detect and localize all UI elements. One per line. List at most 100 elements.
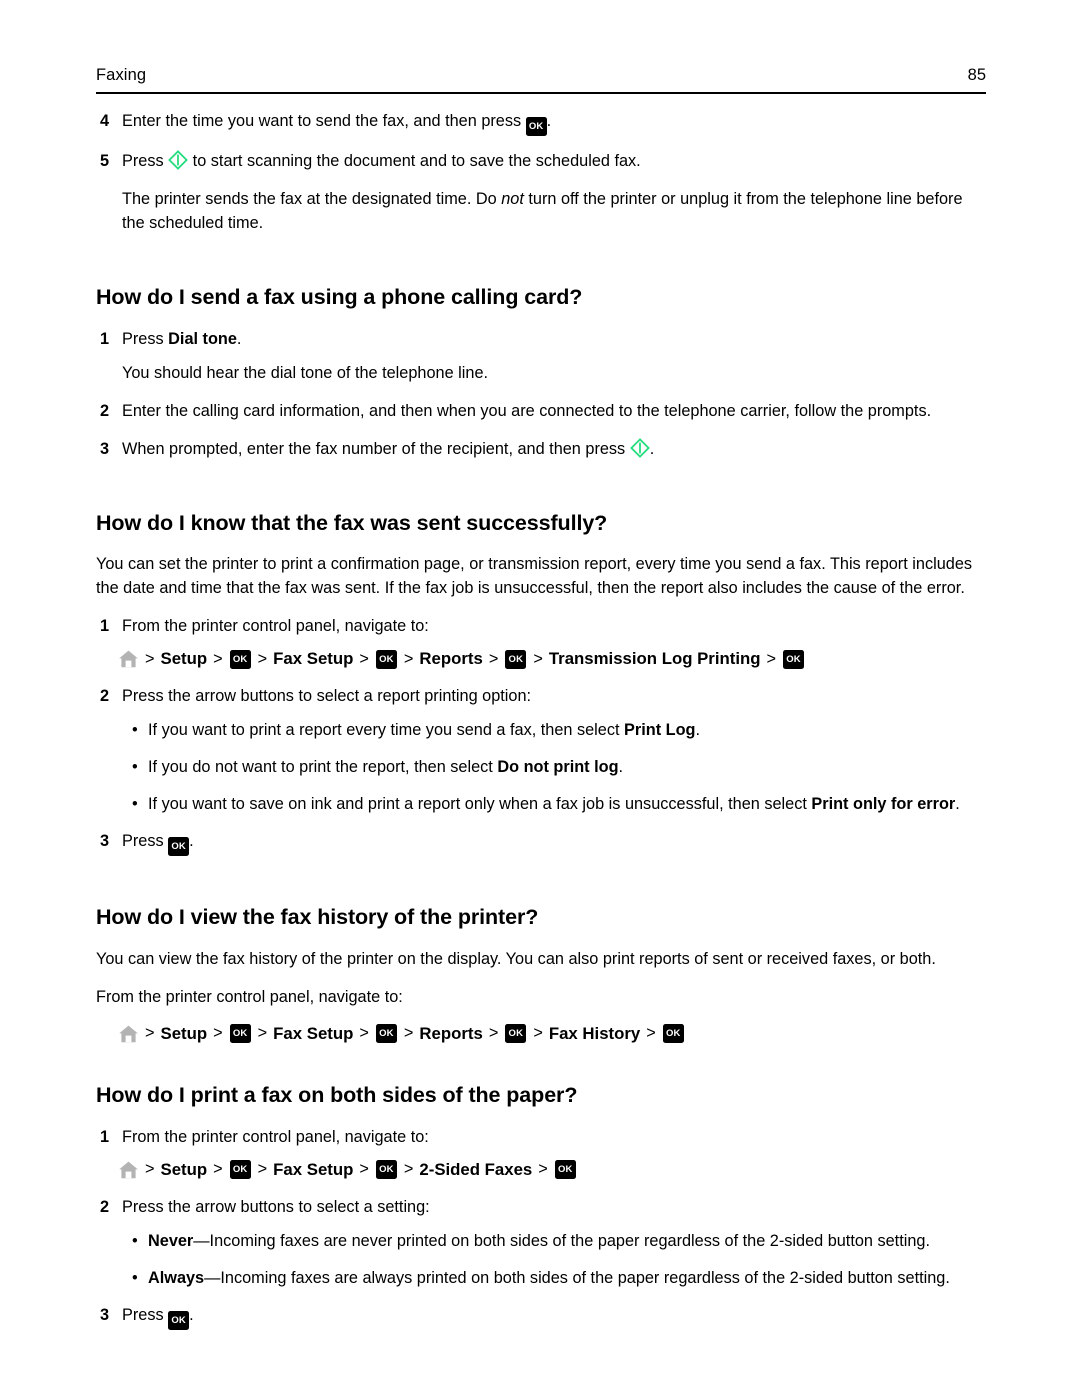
bullet-icon: • — [132, 758, 138, 777]
step-number: 3 — [100, 439, 110, 458]
ok-key-icon[interactable]: OK — [168, 837, 190, 857]
ok-key-icon[interactable]: OK — [229, 1160, 251, 1180]
breadcrumb-separator: > — [766, 649, 777, 668]
ok-key-icon[interactable]: OK — [375, 1024, 397, 1044]
header-chapter-title: Faxing — [96, 66, 147, 84]
section-heading-fax-history: How do I view the fax history of the pri… — [96, 905, 539, 930]
breadcrumb-item-fax-setup[interactable]: Fax Setup — [273, 1160, 353, 1180]
ok-key-icon[interactable]: OK — [229, 649, 251, 669]
step-text-pre: When prompted, enter the fax number of t… — [122, 439, 630, 458]
section-heading-fax-success: How do I know that the fax was sent succ… — [96, 510, 608, 535]
breadcrumb-item-fax-setup[interactable]: Fax Setup — [273, 1024, 353, 1044]
breadcrumb-separator: > — [403, 649, 414, 668]
step-number: 4 — [100, 112, 110, 130]
breadcrumb-separator: > — [359, 1160, 369, 1179]
ok-key-icon[interactable]: OK — [554, 1160, 576, 1180]
option-print-only-for-error: Print only for error — [811, 795, 956, 814]
ok-key-icon[interactable]: OK — [229, 1024, 251, 1044]
breadcrumb: > Setup > OK > Fax Setup > OK > Reports … — [0, 649, 1080, 669]
bullet-icon: • — [132, 1268, 138, 1287]
breadcrumb-separator: > — [533, 649, 543, 668]
header-divider-rule — [96, 92, 986, 94]
section-heading-calling-card: How do I send a fax using a phone callin… — [96, 284, 583, 309]
list-item: • If you do not want to print the report… — [0, 756, 1080, 780]
bullet-text-pre: If you want to save on ink and print a r… — [148, 795, 812, 814]
start-button-icon[interactable] — [168, 150, 189, 170]
breadcrumb-item-reports[interactable]: Reports — [419, 649, 482, 669]
home-icon[interactable] — [118, 1024, 139, 1044]
start-button-icon[interactable] — [629, 437, 650, 458]
two-sided-option-bullets: • Never—Incoming faxes are never printed… — [0, 1230, 1080, 1291]
bullet-icon: • — [132, 1231, 138, 1250]
bullet-text-post: . — [618, 758, 624, 777]
bullet-text-post: —Incoming faxes are never printed on bot… — [193, 1231, 930, 1250]
ok-key-icon[interactable]: OK — [375, 649, 397, 669]
running-header: Faxing 85 — [96, 66, 986, 85]
breadcrumb-item-2-sided-faxes[interactable]: 2-Sided Faxes — [419, 1160, 532, 1180]
ok-key-icon[interactable]: OK — [783, 649, 805, 669]
list-item: 2 Press the arrow buttons to select a se… — [0, 1196, 1080, 1220]
breadcrumb-separator: > — [145, 1160, 155, 1179]
bullet-text-pre: If you do not want to print the report, … — [148, 758, 498, 777]
step-text-post: . — [546, 112, 552, 130]
ok-key-icon[interactable]: OK — [505, 649, 527, 669]
breadcrumb-separator: > — [213, 649, 223, 668]
list-item: 4 Enter the time you want to send the fa… — [0, 110, 1080, 136]
list-item: 3 When prompted, enter the fax number of… — [0, 437, 1080, 462]
step-text-pre: Press — [122, 329, 169, 348]
breadcrumb-item-setup[interactable]: Setup — [161, 1024, 208, 1044]
breadcrumb-separator: > — [257, 1160, 268, 1179]
section-paragraph: You can view the fax history of the prin… — [96, 949, 936, 968]
breadcrumb-separator: > — [359, 649, 369, 668]
step-continuation-note: The printer sends the fax at the designa… — [0, 188, 1080, 236]
section-paragraph: You can set the printer to print a confi… — [96, 555, 973, 598]
breadcrumb-item-setup[interactable]: Setup — [161, 649, 208, 669]
list-item: 2 Enter the calling card information, an… — [0, 400, 1080, 424]
breadcrumb-item-transmission-log-printing[interactable]: Transmission Log Printing — [549, 649, 761, 669]
home-icon[interactable] — [118, 1160, 139, 1180]
step-text: From the printer control panel, navigate… — [122, 1127, 429, 1146]
breadcrumb-item-reports[interactable]: Reports — [419, 1024, 482, 1044]
list-item: 2 Press the arrow buttons to select a re… — [0, 685, 1080, 709]
home-icon[interactable] — [118, 649, 139, 669]
list-item: • Always—Incoming faxes are always print… — [0, 1267, 1080, 1291]
step-number: 1 — [100, 617, 110, 636]
option-do-not-print-log: Do not print log — [497, 758, 619, 777]
ok-key-icon[interactable]: OK — [505, 1024, 527, 1044]
breadcrumb-item-fax-setup[interactable]: Fax Setup — [273, 649, 353, 669]
step-number: 5 — [100, 152, 110, 170]
bullet-text-pre: If you want to print a report every time… — [148, 721, 625, 740]
breadcrumb-separator: > — [538, 1160, 548, 1179]
breadcrumb-separator: > — [213, 1024, 223, 1043]
ok-key-icon[interactable]: OK — [375, 1160, 397, 1180]
step-text-pre: Press — [122, 152, 169, 170]
two-sided-steps: 1 From the printer control panel, naviga… — [0, 1126, 1080, 1330]
breadcrumb-separator: > — [646, 1024, 656, 1043]
list-item: • If you want to save on ink and print a… — [0, 793, 1080, 817]
bullet-text-post: . — [695, 721, 701, 740]
step-text: From the printer control panel, navigate… — [122, 617, 429, 636]
step-text: Press the arrow buttons to select a sett… — [122, 1197, 430, 1216]
bullet-text-post: —Incoming faxes are always printed on bo… — [204, 1268, 950, 1287]
list-item: 1 From the printer control panel, naviga… — [0, 1126, 1080, 1150]
breadcrumb: > Setup > OK > Fax Setup > OK > 2-Sided … — [0, 1160, 1080, 1180]
calling-card-steps: 1 Press Dial tone. You should hear the d… — [0, 328, 1080, 462]
ok-key-icon[interactable]: OK — [168, 1310, 190, 1330]
breadcrumb-separator: > — [257, 1024, 268, 1043]
ok-key-icon[interactable]: OK — [662, 1024, 684, 1044]
breadcrumb-item-setup[interactable]: Setup — [161, 1160, 208, 1180]
breadcrumb-separator: > — [403, 1024, 414, 1043]
document-page: Faxing 85 4 Enter the time you want to s… — [0, 0, 1080, 1397]
step-number: 3 — [100, 1305, 110, 1324]
step-number: 2 — [100, 1197, 110, 1216]
ok-key-icon[interactable]: OK — [525, 117, 547, 136]
step-text: Enter the calling card information, and … — [122, 401, 932, 420]
note-italic-emphasis: not — [501, 189, 524, 208]
breadcrumb-separator: > — [488, 1024, 499, 1043]
step-text-post: . — [649, 439, 655, 458]
breadcrumb-separator: > — [213, 1160, 223, 1179]
breadcrumb-item-fax-history[interactable]: Fax History — [549, 1024, 640, 1044]
list-item: • Never—Incoming faxes are never printed… — [0, 1230, 1080, 1254]
step-text-post: to start scanning the document and to sa… — [188, 152, 641, 170]
step-text-pre: Enter the time you want to send the fax,… — [122, 112, 526, 130]
